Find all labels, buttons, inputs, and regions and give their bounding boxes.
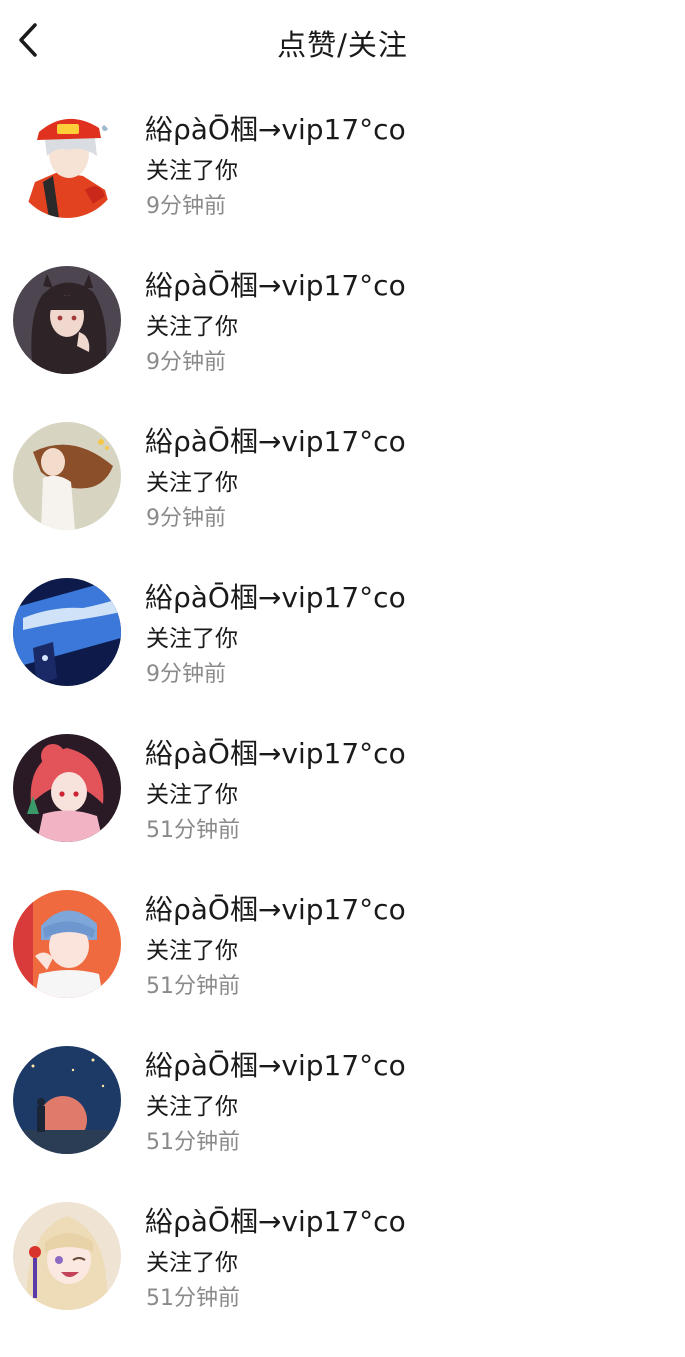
notification-item[interactable]: 綌ρàŌ椢→vip17°co 关注了你 9分钟前 [0,88,685,244]
action-text: 关注了你 [146,158,238,184]
avatar[interactable] [13,110,121,218]
action-text: 关注了你 [146,782,238,808]
avatar[interactable] [13,422,121,530]
action-text: 关注了你 [146,314,238,340]
avatar[interactable] [13,1046,121,1154]
notification-item[interactable]: 綌ρàŌ椢→vip17°co 关注了你 51分钟前 [0,1024,685,1180]
timestamp: 51分钟前 [146,1286,240,1311]
notification-item[interactable]: 綌ρàŌ椢→vip17°co 关注了你 9分钟前 [0,244,685,400]
page-title: 点赞/关注 [277,28,408,62]
header: 点赞/关注 [0,0,685,84]
timestamp: 51分钟前 [146,974,240,999]
avatar[interactable] [13,1202,121,1310]
action-text: 关注了你 [146,938,238,964]
notification-item[interactable]: 綌ρàŌ椢→vip17°co 关注了你 51分钟前 [0,1180,685,1336]
avatar[interactable] [13,734,121,842]
timestamp: 9分钟前 [146,662,226,687]
timestamp: 9分钟前 [146,194,226,219]
notification-list: 綌ρàŌ椢→vip17°co 关注了你 9分钟前 綌ρàŌ椢→vip17°co … [0,88,685,1336]
user-name[interactable]: 綌ρàŌ椢→vip17°co [145,108,406,148]
action-text: 关注了你 [146,1250,238,1276]
notification-item[interactable]: 綌ρàŌ椢→vip17°co 关注了你 51分钟前 [0,712,685,868]
notification-item[interactable]: 綌ρàŌ椢→vip17°co 关注了你 9分钟前 [0,556,685,712]
user-name[interactable]: 綌ρàŌ椢→vip17°co [145,420,406,460]
user-name[interactable]: 綌ρàŌ椢→vip17°co [145,264,406,304]
action-text: 关注了你 [146,470,238,496]
avatar[interactable] [13,266,121,374]
notification-item[interactable]: 綌ρàŌ椢→vip17°co 关注了你 51分钟前 [0,868,685,1024]
timestamp: 51分钟前 [146,1130,240,1155]
user-name[interactable]: 綌ρàŌ椢→vip17°co [145,888,406,928]
user-name[interactable]: 綌ρàŌ椢→vip17°co [145,1200,406,1240]
user-name[interactable]: 綌ρàŌ椢→vip17°co [145,732,406,772]
timestamp: 51分钟前 [146,818,240,843]
action-text: 关注了你 [146,1094,238,1120]
timestamp: 9分钟前 [146,506,226,531]
user-name[interactable]: 綌ρàŌ椢→vip17°co [145,1044,406,1084]
notification-item[interactable]: 綌ρàŌ椢→vip17°co 关注了你 9分钟前 [0,400,685,556]
avatar[interactable] [13,578,121,686]
avatar[interactable] [13,890,121,998]
action-text: 关注了你 [146,626,238,652]
timestamp: 9分钟前 [146,350,226,375]
user-name[interactable]: 綌ρàŌ椢→vip17°co [145,576,406,616]
